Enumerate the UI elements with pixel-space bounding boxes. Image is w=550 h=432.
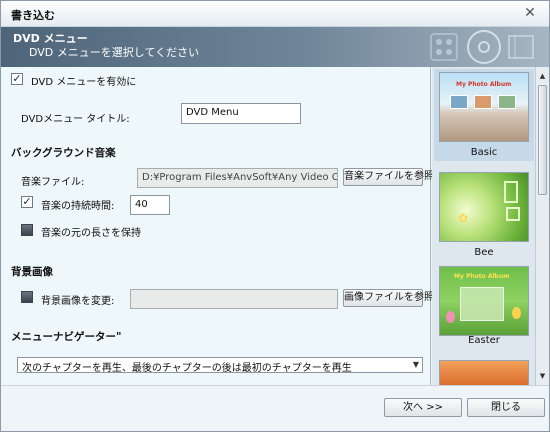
photo-frame xyxy=(498,95,516,109)
template-thumbnail-easter: My Photo Album xyxy=(439,266,529,336)
easter-thumb-title: My Photo Album xyxy=(454,273,510,280)
header-subtitle: DVD メニューを選択してください xyxy=(29,46,200,59)
scroll-up-icon[interactable]: ▲ xyxy=(536,69,549,83)
music-duration-label: 音楽の持続時間: xyxy=(41,201,115,212)
change-bgimage-label: 背景画像を変更: xyxy=(41,296,115,307)
window-title: 書き込む xyxy=(11,9,55,22)
template-item-easter[interactable]: My Photo Album Easter xyxy=(434,263,534,355)
template-item-partial[interactable] xyxy=(434,357,534,385)
music-file-path-field[interactable]: D:¥Program Files¥AnvSoft¥Any Video Conve… xyxy=(137,168,338,188)
browse-image-button[interactable]: 画像ファイルを参照 xyxy=(343,289,434,307)
menu-title-input[interactable]: DVD Menu xyxy=(181,103,301,124)
keep-music-length-label: 音楽の元の長さを保持 xyxy=(41,228,141,239)
navigator-section-title: メニューナビゲーター" xyxy=(11,331,122,343)
scrollbar-thumb[interactable] xyxy=(538,85,547,195)
music-duration-input[interactable]: 40 xyxy=(130,195,170,215)
template-name-bee: Bee xyxy=(474,247,494,258)
navigator-dropdown[interactable]: 次のチャプターを再生、最後のチャプターの後は最初のチャプターを再生 ▼ xyxy=(17,357,423,373)
bgimage-path-field[interactable] xyxy=(130,289,338,309)
footer-bar: 次へ >> 閉じる xyxy=(1,385,549,431)
menu-list-panel xyxy=(460,287,504,321)
menu-title-label: DVDメニュー タイトル: xyxy=(21,114,130,125)
photo-frame xyxy=(506,207,520,221)
keep-music-length-checkbox[interactable] xyxy=(21,224,33,236)
enable-menu-checkbox[interactable]: ✓ xyxy=(11,73,23,85)
basic-thumb-title: My Photo Album xyxy=(456,81,512,88)
change-bgimage-checkbox[interactable] xyxy=(21,291,33,303)
flower-icon: ✿ xyxy=(458,211,469,225)
template-item-basic[interactable]: My Photo Album Basic xyxy=(434,69,534,161)
enable-menu-label: DVD メニューを有効に xyxy=(31,77,137,88)
template-thumbnail-partial xyxy=(439,360,529,385)
photo-frame xyxy=(504,181,518,203)
close-button[interactable]: 閉じる xyxy=(467,398,545,417)
close-icon[interactable]: ✕ xyxy=(521,4,539,22)
template-list: My Photo Album Basic ✿ Bee My Photo Albu… xyxy=(432,67,549,385)
template-name-easter: Easter xyxy=(468,335,500,346)
template-scrollbar[interactable]: ▲ ▼ xyxy=(535,67,549,385)
egg-icon xyxy=(512,307,521,319)
music-file-label: 音楽ファイル: xyxy=(21,177,85,188)
options-panel: ✓ DVD メニューを有効に DVDメニュー タイトル: DVD Menu バッ… xyxy=(1,67,434,385)
template-thumbnail-bee: ✿ xyxy=(439,172,529,242)
title-bar: 書き込む ✕ xyxy=(1,1,549,27)
browse-music-button[interactable]: 音楽ファイルを参照 xyxy=(343,168,434,186)
music-duration-checkbox[interactable]: ✓ xyxy=(21,196,33,208)
header-banner: DVD メニュー DVD メニューを選択してください xyxy=(1,27,549,67)
template-item-bee[interactable]: ✿ Bee xyxy=(434,169,534,261)
template-thumbnail-basic: My Photo Album xyxy=(439,72,529,142)
next-button[interactable]: 次へ >> xyxy=(384,398,462,417)
scroll-down-icon[interactable]: ▼ xyxy=(536,369,549,383)
photo-frame xyxy=(474,95,492,109)
photo-frame xyxy=(450,95,468,109)
template-name-basic: Basic xyxy=(470,147,498,158)
bgm-section-title: バックグラウンド音楽 xyxy=(11,147,116,159)
bgimage-section-title: 背景画像 xyxy=(11,266,53,278)
dialog-window: 書き込む ✕ DVD メニュー DVD メニューを選択してください ✓ DVD … xyxy=(0,0,550,432)
navigator-selected-value: 次のチャプターを再生、最後のチャプターの後は最初のチャプターを再生 xyxy=(22,363,352,373)
egg-icon xyxy=(446,311,455,323)
film-disc-icon xyxy=(430,30,534,64)
chevron-down-icon: ▼ xyxy=(412,360,419,369)
